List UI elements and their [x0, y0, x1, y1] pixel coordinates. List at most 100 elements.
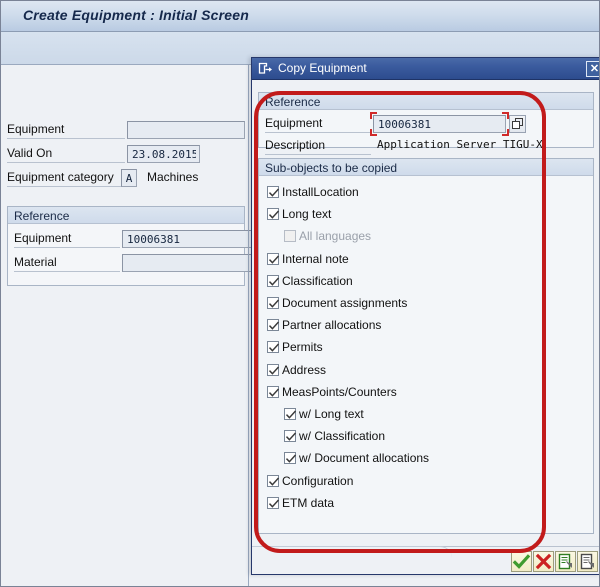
checkbox-partner-allocations[interactable] — [267, 319, 280, 332]
label-equipment-category: Equipment category — [7, 170, 114, 184]
input-ref-material[interactable] — [122, 254, 252, 272]
input-equipment-category[interactable] — [121, 169, 137, 187]
matchcode-overlapping-squares-icon[interactable] — [509, 115, 526, 133]
field-row-ref-equipment: Equipment — [8, 230, 252, 248]
group-reference-header: Reference — [8, 207, 244, 224]
checkbox-row[interactable]: Classification — [267, 274, 567, 290]
dialog-footer — [252, 546, 599, 574]
label-underline — [7, 186, 125, 187]
dialog-group-reference: Reference Equipment 10006381 Description… — [258, 92, 595, 155]
dialog-title: Copy Equipment — [278, 61, 367, 75]
checkbox-row[interactable]: Internal note — [267, 252, 567, 268]
checkbox-classification[interactable] — [267, 274, 280, 287]
group-reference-title: Reference — [14, 209, 70, 223]
field-row-dialog-description: Description Application Server TIGU-X — [259, 137, 595, 155]
initial-screen-form: Equipment Valid On Equipment category Ma… — [1, 65, 252, 586]
checkbox-address[interactable] — [267, 363, 280, 376]
checkbox-row[interactable]: Address — [267, 363, 567, 379]
dialog-group-reference-title: Reference — [265, 95, 321, 109]
input-valid-on[interactable] — [127, 145, 200, 163]
checkbox-row[interactable]: Permits — [267, 340, 567, 356]
checkbox-row[interactable]: Configuration — [267, 474, 567, 490]
checkbox-label: Internal note — [282, 251, 349, 266]
label-dialog-equipment: Equipment — [265, 116, 323, 130]
checkbox-permits[interactable] — [267, 341, 280, 354]
dialog-group-subobjects: Sub-objects to be copied InstallLocation… — [258, 158, 594, 534]
copy-export-icon — [258, 62, 273, 76]
dialog-button-row — [510, 551, 598, 572]
checkbox-label: Permits — [282, 340, 323, 355]
field-row-dialog-equipment: Equipment — [259, 112, 595, 136]
label-underline — [7, 162, 125, 163]
checkbox-label: Document assignments — [282, 296, 408, 310]
label-ref-equipment: Equipment — [14, 231, 72, 245]
input-ref-equipment[interactable] — [122, 230, 252, 248]
checkbox-label: Address — [282, 362, 327, 377]
label-underline — [7, 138, 125, 139]
checkbox-document-assignments[interactable] — [267, 297, 280, 309]
checkbox-label: All languages — [299, 229, 372, 244]
label-valid-on: Valid On — [7, 146, 53, 160]
input-equipment[interactable] — [127, 121, 245, 139]
page-title: Create Equipment : Initial Screen — [23, 7, 249, 23]
group-reference: Reference Equipment Material — [7, 206, 252, 286]
checkbox-label: ETM data — [282, 495, 335, 510]
close-icon[interactable]: ✕ — [586, 61, 599, 77]
copy-with-detail-button[interactable] — [555, 551, 576, 572]
label-underline — [265, 132, 371, 133]
checkbox-row[interactable]: w/ Classification — [284, 429, 584, 445]
input-dialog-equipment[interactable] — [373, 115, 506, 133]
checkbox-installlocation[interactable] — [267, 186, 280, 198]
checkbox-label: Configuration — [282, 473, 354, 488]
focus-indicator — [370, 112, 509, 136]
dialog-group-reference-header: Reference — [259, 93, 593, 110]
checkbox-row[interactable]: MeasPoints/Counters — [267, 385, 567, 401]
checkbox-row[interactable]: Long text — [267, 207, 567, 223]
checkbox-label: InstallLocation — [282, 185, 359, 199]
dialog-title-bar: Copy Equipment ✕ — [252, 58, 599, 80]
checkbox-configuration[interactable] — [267, 474, 280, 487]
checkbox-label: Partner allocations — [282, 318, 382, 333]
checkbox-row[interactable]: Partner allocations — [267, 318, 567, 334]
field-row-valid-on: Valid On — [1, 145, 248, 163]
sap-screen: Create Equipment : Initial Screen Equipm… — [0, 0, 600, 587]
checkbox-all-languages — [284, 230, 296, 243]
checkbox-w-classification[interactable] — [284, 430, 297, 443]
checkbox-w-long-text[interactable] — [284, 408, 297, 420]
checkbox-internal-note[interactable] — [267, 252, 280, 265]
copy-equipment-dialog: Copy Equipment ✕ Reference Equipment 100… — [251, 57, 599, 575]
checkbox-measpoints-counters[interactable] — [267, 385, 280, 398]
cancel-button[interactable] — [533, 551, 554, 572]
label-ref-material: Material — [14, 255, 57, 269]
checkbox-long-text[interactable] — [267, 208, 280, 221]
footer-curve-decoration — [252, 546, 452, 558]
field-row-equipment: Equipment — [1, 121, 248, 139]
label-dialog-description: Description — [265, 138, 326, 152]
text-equipment-category-description: Machines — [147, 170, 199, 184]
checkbox-label: MeasPoints/Counters — [282, 384, 397, 399]
checkbox-row[interactable]: ETM data — [267, 496, 567, 512]
checkbox-label: Long text — [282, 207, 332, 222]
checkbox-row[interactable]: InstallLocation — [267, 185, 567, 201]
checkbox-label: w/ Long text — [299, 407, 364, 421]
dialog-group-subobjects-title: Sub-objects to be copied — [265, 161, 398, 175]
checkbox-label: Classification — [282, 273, 353, 288]
checkbox-row[interactable]: w/ Long text — [284, 407, 584, 423]
text-dialog-description: Application Server TIGU-X — [377, 138, 543, 151]
copy-plain-button[interactable] — [577, 551, 598, 572]
continue-button[interactable] — [511, 551, 532, 572]
panel-divider — [248, 65, 249, 586]
label-underline — [265, 154, 371, 155]
checkbox-row[interactable]: All languages — [284, 229, 584, 245]
checkbox-etm-data[interactable] — [267, 496, 280, 509]
field-row-ref-material: Material — [8, 254, 252, 272]
checkbox-row[interactable]: Document assignments — [267, 296, 567, 312]
checkbox-row[interactable]: w/ Document allocations — [284, 451, 584, 467]
label-underline — [14, 271, 120, 272]
dialog-body: Reference Equipment 10006381 Description… — [252, 80, 599, 548]
window-title-bar: Create Equipment : Initial Screen — [1, 1, 599, 32]
checkbox-label: w/ Classification — [299, 429, 386, 444]
label-underline — [14, 247, 120, 248]
checkbox-w-document-allocations[interactable] — [284, 452, 297, 465]
dialog-group-subobjects-header: Sub-objects to be copied — [259, 159, 593, 176]
